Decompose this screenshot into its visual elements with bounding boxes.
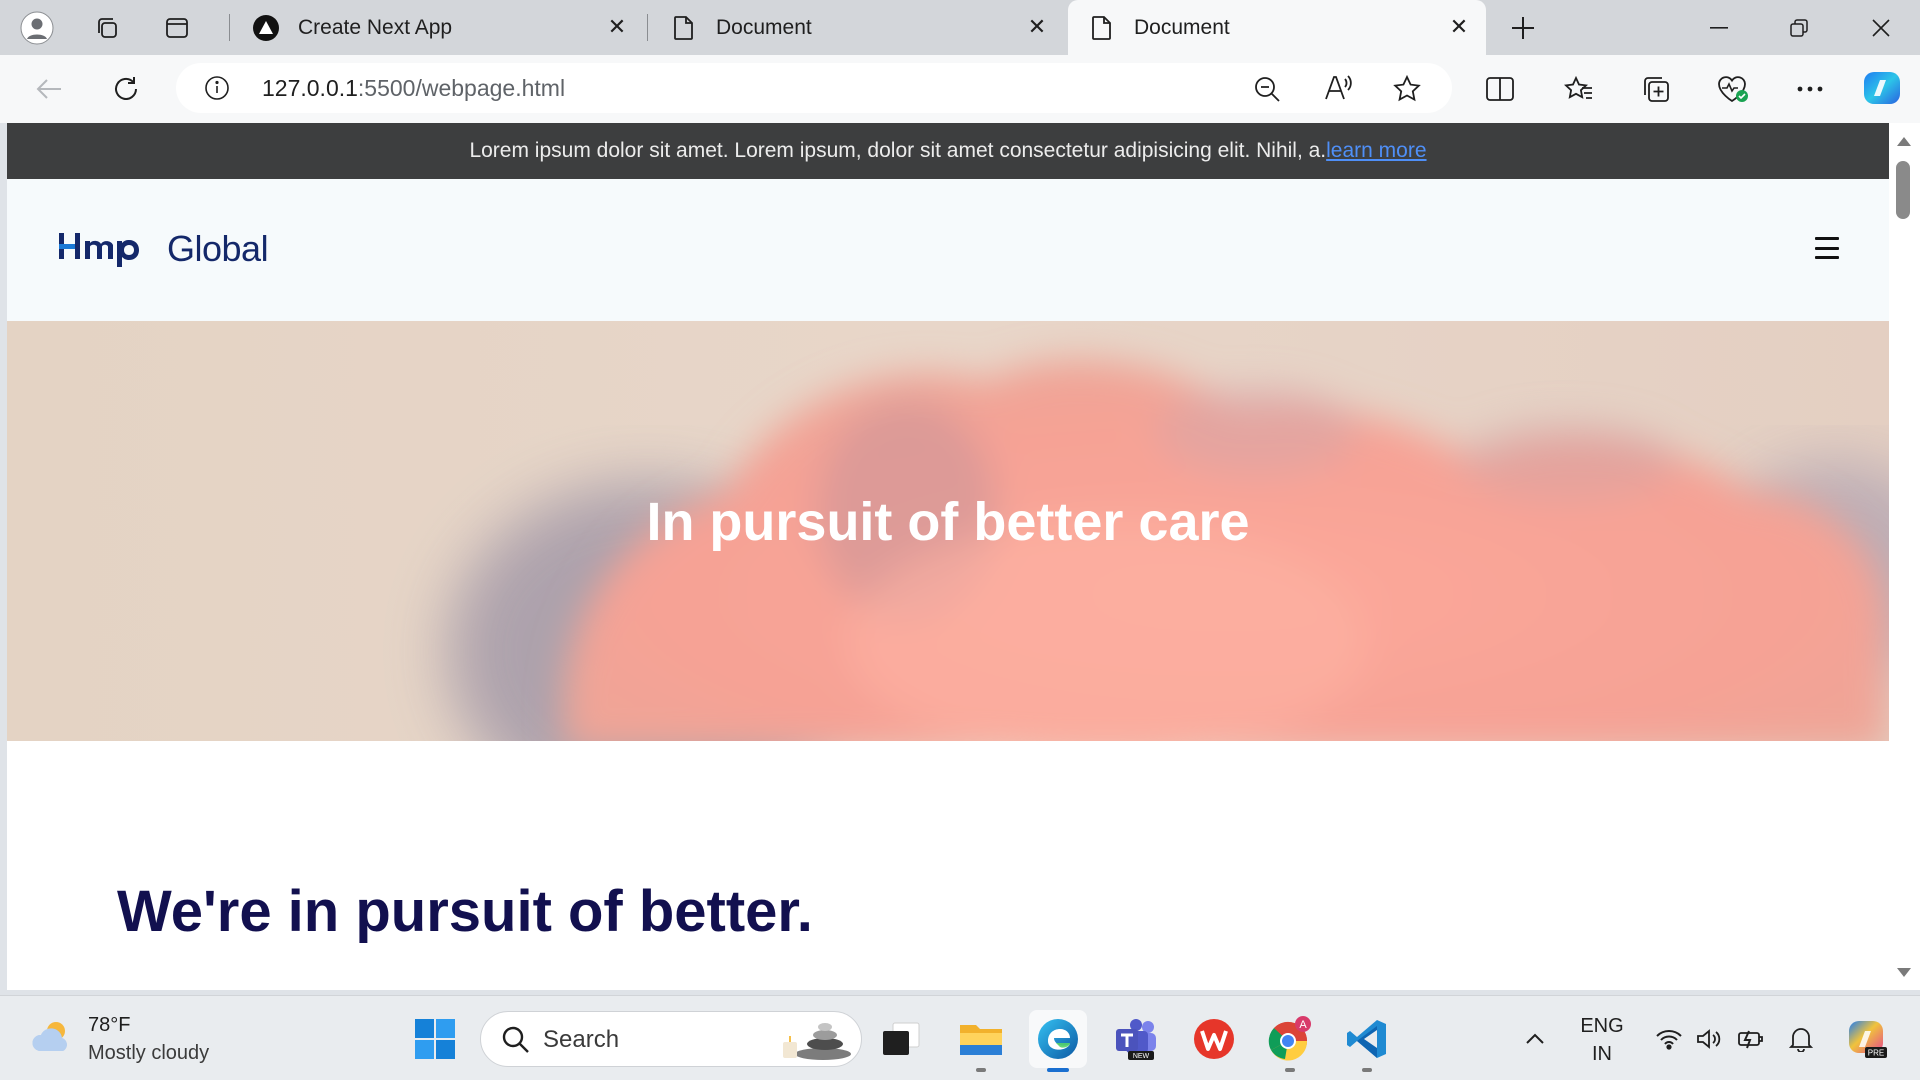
battery-charging-icon[interactable] [1734, 996, 1768, 1080]
back-arrow-icon[interactable] [26, 66, 72, 112]
hero-title: In pursuit of better care [646, 492, 1250, 552]
edge-browser-icon[interactable] [1029, 1010, 1087, 1072]
document-favicon-icon [670, 14, 698, 42]
show-hidden-icons-chevron-icon[interactable] [1518, 996, 1552, 1080]
search-placeholder: Search [543, 1026, 620, 1053]
svg-text:A: A [1299, 1019, 1307, 1031]
vertical-tabs-icon[interactable] [158, 9, 196, 47]
refresh-icon[interactable] [103, 66, 149, 112]
tab-title: Document [716, 15, 812, 39]
zoom-out-icon[interactable] [1253, 75, 1281, 108]
taskbar-search-box[interactable]: Search [480, 1011, 862, 1067]
close-window-button[interactable] [1842, 0, 1920, 55]
svg-text:NEW: NEW [1133, 1053, 1150, 1060]
favorite-star-icon[interactable] [1392, 74, 1422, 109]
weather-condition: Mostly cloudy [88, 1042, 210, 1064]
weather-widget[interactable]: 78°F Mostly cloudy [30, 1011, 209, 1067]
wps-office-icon[interactable] [1185, 1010, 1243, 1068]
tab-document-2[interactable]: Document ✕ [1068, 0, 1486, 55]
start-windows-icon[interactable] [406, 1010, 464, 1068]
close-tab-icon[interactable]: ✕ [1024, 14, 1050, 40]
page-scrollbar[interactable] [1889, 123, 1920, 990]
url-text: 127.0.0.1:5500/webpage.html [262, 75, 565, 102]
favorites-icon[interactable] [1556, 66, 1602, 112]
svg-text:PRE: PRE [1868, 1048, 1884, 1057]
windows-taskbar: 78°F Mostly cloudy Search NEW A ENG IN P… [0, 995, 1920, 1080]
read-aloud-icon[interactable] [1323, 73, 1353, 108]
input-language-indicator[interactable]: ENG IN [1572, 1012, 1632, 1068]
section-heading: We're in pursuit of better. [117, 879, 813, 944]
profile-icon[interactable] [18, 9, 56, 47]
vscode-icon[interactable] [1338, 1010, 1396, 1072]
tab-document-1[interactable]: Document ✕ [650, 0, 1064, 55]
workspaces-icon[interactable] [88, 9, 126, 47]
browser-toolbar: 127.0.0.1:5500/webpage.html [0, 55, 1920, 123]
file-explorer-icon[interactable] [952, 1010, 1010, 1072]
tab-title: Create Next App [298, 15, 453, 39]
browser-essentials-icon[interactable] [1710, 66, 1756, 112]
browser-tab-bar: Create Next App ✕ Document ✕ Document ✕ [0, 0, 1920, 55]
hero-banner: In pursuit of better care [7, 321, 1889, 741]
active-indicator [1047, 1068, 1069, 1072]
menu-hamburger-icon[interactable] [1815, 237, 1839, 259]
scroll-down-arrow-icon[interactable] [1897, 968, 1911, 977]
site-info-icon[interactable] [204, 75, 230, 106]
tab-divider [229, 14, 230, 41]
learn-more-link[interactable]: learn more [1326, 139, 1426, 163]
announcement-text: Lorem ipsum dolor sit amet. Lorem ipsum,… [469, 139, 1327, 162]
chrome-icon[interactable]: A [1261, 1010, 1319, 1072]
running-indicator [1285, 1068, 1295, 1072]
more-options-icon[interactable] [1787, 66, 1833, 112]
minimize-button[interactable] [1680, 0, 1758, 55]
tab-divider [647, 14, 648, 41]
nextjs-favicon-icon [252, 14, 280, 42]
site-header: Global [7, 179, 1889, 321]
running-indicator [1362, 1068, 1372, 1072]
restore-button[interactable] [1760, 0, 1838, 55]
wifi-icon[interactable] [1652, 996, 1686, 1080]
scrollbar-thumb[interactable] [1896, 161, 1910, 219]
partly-cloudy-icon [30, 1017, 74, 1062]
language-region: IN [1592, 1043, 1612, 1065]
webpage-viewport: Lorem ipsum dolor sit amet. Lorem ipsum,… [7, 123, 1889, 990]
weather-text: 78°F Mostly cloudy [88, 1011, 209, 1067]
new-tab-icon[interactable] [1504, 9, 1542, 47]
split-screen-icon[interactable] [1477, 66, 1523, 112]
announcement-bar: Lorem ipsum dolor sit amet. Lorem ipsum,… [7, 123, 1889, 179]
copilot-preview-icon[interactable]: PRE [1842, 996, 1892, 1080]
url-host: 127.0.0.1 [262, 75, 358, 101]
volume-icon[interactable] [1692, 996, 1726, 1080]
logo-text: Global [167, 228, 269, 269]
close-tab-icon[interactable]: ✕ [1446, 14, 1472, 40]
scroll-up-arrow-icon[interactable] [1897, 137, 1911, 146]
notifications-bell-icon[interactable] [1784, 996, 1818, 1080]
copilot-icon[interactable] [1859, 65, 1905, 111]
running-indicator [976, 1068, 986, 1072]
close-tab-icon[interactable]: ✕ [604, 14, 630, 40]
task-view-icon[interactable] [872, 1010, 930, 1068]
search-highlight-stones-icon [773, 1018, 853, 1067]
url-path: :5500/webpage.html [357, 75, 566, 101]
hmp-global-logo[interactable]: Global [57, 227, 269, 272]
tab-title: Document [1134, 15, 1230, 39]
screen: Create Next App ✕ Document ✕ Document ✕ [0, 0, 1920, 1080]
collections-icon[interactable] [1633, 66, 1679, 112]
tab-create-next-app[interactable]: Create Next App ✕ [232, 0, 644, 55]
teams-icon[interactable]: NEW [1108, 1010, 1166, 1068]
hmp-logo-mark-icon [57, 227, 161, 272]
language-code: ENG [1580, 1015, 1624, 1037]
weather-temperature: 78°F [88, 1014, 131, 1036]
document-favicon-icon [1088, 14, 1116, 42]
address-bar[interactable]: 127.0.0.1:5500/webpage.html [176, 63, 1452, 113]
search-icon [501, 1025, 531, 1060]
